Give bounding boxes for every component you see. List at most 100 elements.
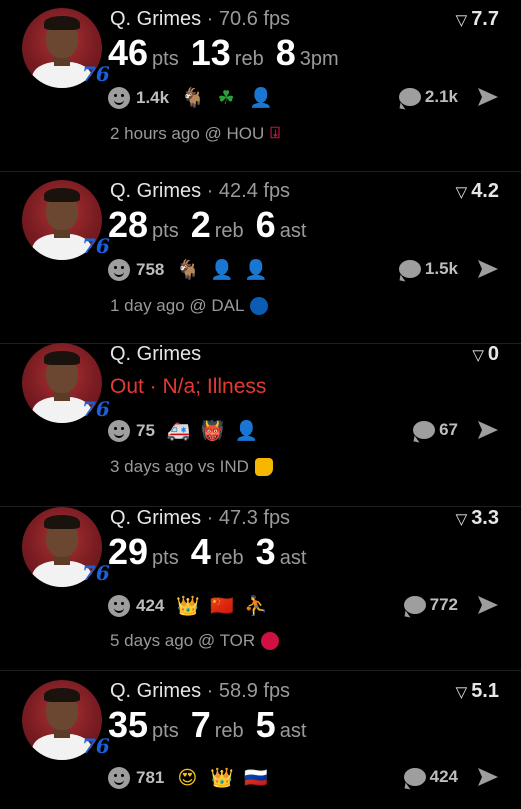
stat-value: 13 (190, 32, 231, 73)
reaction-row: 75 🚑 👹 👤 67 (108, 419, 500, 447)
comment-count: 2.1k (424, 87, 458, 106)
rating-badge: ▽ 5.1 (456, 680, 499, 703)
rating-badge: ▽ 3.3 (456, 507, 499, 530)
game-time-location: 2 hours ago @ HOU (110, 124, 265, 143)
ambulance-emoji-icon[interactable]: 🚑 (167, 419, 191, 442)
stat-value: 6 (255, 204, 276, 245)
player-emoji-icon[interactable]: 👤 (244, 258, 268, 281)
player-name[interactable]: Q. Grimes (110, 8, 201, 30)
stat-threes: 8 3pm (276, 32, 339, 74)
stat-assists: 6 ast (256, 204, 307, 246)
comment-icon[interactable] (403, 768, 426, 786)
stat-points: 35 pts (108, 704, 179, 746)
game-time-location: 5 days ago @ TOR (110, 631, 256, 650)
player-name[interactable]: Q. Grimes (110, 180, 201, 202)
comment-icon[interactable] (413, 421, 436, 439)
stat-label: ast (279, 720, 307, 742)
share-icon[interactable] (476, 419, 500, 441)
reaction-row: 758 🐐 👤 👤 1.5k (108, 258, 500, 286)
heart-eyes-emoji-icon[interactable]: 😍 (176, 767, 198, 789)
smiley-icon[interactable] (108, 86, 130, 109)
smiley-icon[interactable] (108, 258, 130, 281)
rating-badge: ▽ 0 (472, 343, 499, 366)
share-icon[interactable] (476, 594, 500, 616)
stat-points: 28 pts (108, 204, 179, 246)
sixers-logo-icon: 76 (82, 734, 110, 758)
comment-icon[interactable] (398, 260, 421, 278)
feed-card[interactable]: 76 Q. Grimes · 58.9 fps ▽ 5.1 35 pts 7 reb … (0, 672, 521, 809)
game-meta: 5 days ago @ TOR (110, 631, 280, 651)
player-name[interactable]: Q. Grimes (110, 680, 201, 702)
share-icon[interactable] (476, 86, 500, 108)
rating-icon: ▽ (472, 347, 484, 364)
stat-points: 29 pts (108, 531, 179, 573)
player-name-line: Q. Grimes (110, 343, 201, 366)
basketball-player-emoji-icon[interactable]: ⛹ (244, 594, 268, 617)
rating-badge: ▽ 4.2 (456, 180, 499, 203)
stat-line: 35 pts 7 reb 5 ast (108, 704, 306, 746)
china-flag-icon[interactable]: 🇨🇳 (210, 594, 234, 617)
feed-card[interactable]: 76 Q. Grimes ▽ 0 Out · N/a; Illness 75 🚑 … (0, 335, 521, 507)
smiley-icon[interactable] (108, 594, 130, 617)
rating-icon: ▽ (455, 684, 468, 701)
fantasy-points: · 47.3 fps (201, 507, 291, 529)
stat-rebounds: 4 reb (191, 531, 244, 573)
feed-card[interactable]: 76 Q. Grimes · 42.4 fps ▽ 4.2 28 pts 2 reb … (0, 172, 521, 344)
player-name[interactable]: Q. Grimes (110, 343, 201, 365)
stat-rebounds: 2 reb (191, 204, 244, 246)
player-name-line: Q. Grimes · 47.3 fps (110, 507, 290, 530)
stat-line: 28 pts 2 reb 6 ast (108, 204, 306, 246)
reaction-row: 1.4k 🐐 ☘ 👤 2.1k (108, 86, 500, 114)
rating-value: 7.7 (471, 8, 499, 30)
share-icon[interactable] (476, 766, 500, 788)
game-meta: 1 day ago @ DAL (110, 296, 269, 316)
face-emoji-icon[interactable]: 👤 (249, 86, 273, 109)
clover-emoji-icon[interactable]: ☘ (215, 87, 237, 109)
face-emoji-icon[interactable]: 👤 (235, 419, 259, 442)
stat-label: pts (152, 547, 179, 569)
goat-emoji-icon[interactable]: 🐐 (176, 258, 200, 281)
crown-emoji-icon[interactable]: 👑 (210, 766, 234, 789)
smiley-icon[interactable] (108, 766, 130, 789)
stat-label: ast (279, 547, 307, 569)
comment-count: 424 (429, 767, 458, 786)
player-name[interactable]: Q. Grimes (110, 507, 201, 529)
crown-emoji-icon[interactable]: 👑 (176, 594, 200, 617)
stat-value: 35 (108, 704, 149, 745)
rating-icon: ▽ (455, 184, 468, 201)
stat-label: pts (152, 720, 179, 742)
comment-count: 1.5k (424, 259, 458, 278)
stat-value: 46 (108, 32, 149, 73)
rating-badge: ▽ 7.7 (456, 8, 499, 31)
stat-assists: 3 ast (256, 531, 307, 573)
reaction-row: 424 👑 🇨🇳 ⛹ 772 (108, 594, 500, 622)
stat-rebounds: 7 reb (191, 704, 244, 746)
goat-emoji-icon[interactable]: 🐐 (181, 86, 205, 109)
sixers-logo-icon: 76 (82, 234, 110, 258)
raptors-logo-icon (261, 632, 280, 650)
comment-icon[interactable] (398, 88, 421, 106)
stat-points: 46 pts (108, 32, 179, 74)
feed-card[interactable]: 76 Q. Grimes · 47.3 fps ▽ 3.3 29 pts 4 reb … (0, 499, 521, 671)
mavericks-logo-icon (250, 297, 269, 315)
reaction-count: 758 (136, 259, 165, 279)
rating-value: 0 (487, 343, 499, 365)
share-icon[interactable] (476, 258, 500, 280)
reaction-count: 75 (136, 420, 155, 440)
comment-icon[interactable] (403, 596, 426, 614)
stat-value: 8 (275, 32, 296, 73)
stat-value: 29 (108, 531, 149, 572)
smiley-icon[interactable] (108, 419, 130, 442)
stat-value: 3 (255, 531, 276, 572)
ogre-emoji-icon[interactable]: 👹 (201, 419, 225, 442)
russia-flag-icon[interactable]: 🇷🇺 (244, 766, 268, 789)
reaction-count: 781 (136, 767, 165, 787)
stat-value: 5 (255, 704, 276, 745)
feed-card[interactable]: 76 Q. Grimes · 70.6 fps ▽ 7.7 46 pts 13 reb… (0, 0, 521, 172)
fantasy-points: · 70.6 fps (201, 8, 291, 30)
stat-label: ast (279, 220, 307, 242)
stat-value: 28 (108, 204, 149, 245)
player-name-line: Q. Grimes · 58.9 fps (110, 680, 290, 703)
face-emoji-icon[interactable]: 👤 (210, 258, 234, 281)
rating-icon: ▽ (455, 511, 468, 528)
